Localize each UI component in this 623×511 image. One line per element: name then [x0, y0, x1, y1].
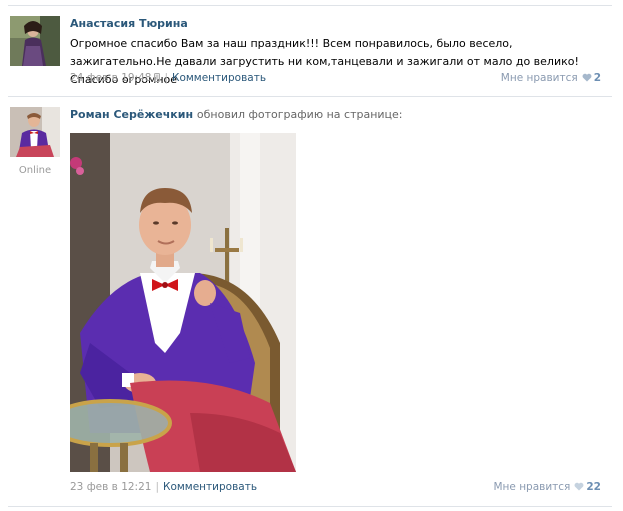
post-author[interactable]: Анастасия Тюрина — [70, 17, 188, 30]
comment-link[interactable]: Комментировать — [163, 481, 257, 493]
avatar[interactable] — [10, 16, 60, 66]
post-action: обновил фотографию на странице: — [196, 108, 403, 121]
post-date[interactable]: 24 фев в 19:48 — [70, 72, 151, 84]
like-button[interactable]: Мне нравится 22 — [493, 481, 601, 493]
wall-post: Анастасия Тюрина Огромное спасибо Вам за… — [0, 6, 623, 96]
comment-link[interactable]: Комментировать — [172, 72, 266, 84]
post-date[interactable]: 23 фев в 12:21 — [70, 481, 151, 493]
post-author: Роман Серёжечкин обновил фотографию на с… — [70, 108, 403, 121]
post-meta: 23 фев в 12:21 | Комментировать — [70, 481, 257, 493]
like-label: Мне нравится — [500, 72, 578, 84]
divider — [8, 506, 612, 507]
meta-divider: | — [164, 72, 168, 84]
phone-icon — [154, 73, 161, 82]
post-meta: 24 фев в 19:48 | Комментировать — [70, 72, 266, 84]
online-status: Online — [18, 165, 52, 176]
like-count: 2 — [593, 72, 601, 84]
author-name[interactable]: Роман Серёжечкин — [70, 108, 193, 121]
avatar[interactable] — [10, 107, 60, 157]
like-button[interactable]: Мне нравится 2 — [501, 72, 601, 84]
like-count: 22 — [586, 481, 601, 493]
like-label: Мне нравится — [493, 481, 571, 493]
meta-divider: | — [155, 481, 159, 493]
wall-post: Online Роман Серёжечкин обновил фотограф… — [0, 97, 623, 506]
heart-icon — [574, 482, 584, 491]
heart-icon — [582, 73, 592, 82]
post-photo[interactable] — [70, 133, 296, 472]
